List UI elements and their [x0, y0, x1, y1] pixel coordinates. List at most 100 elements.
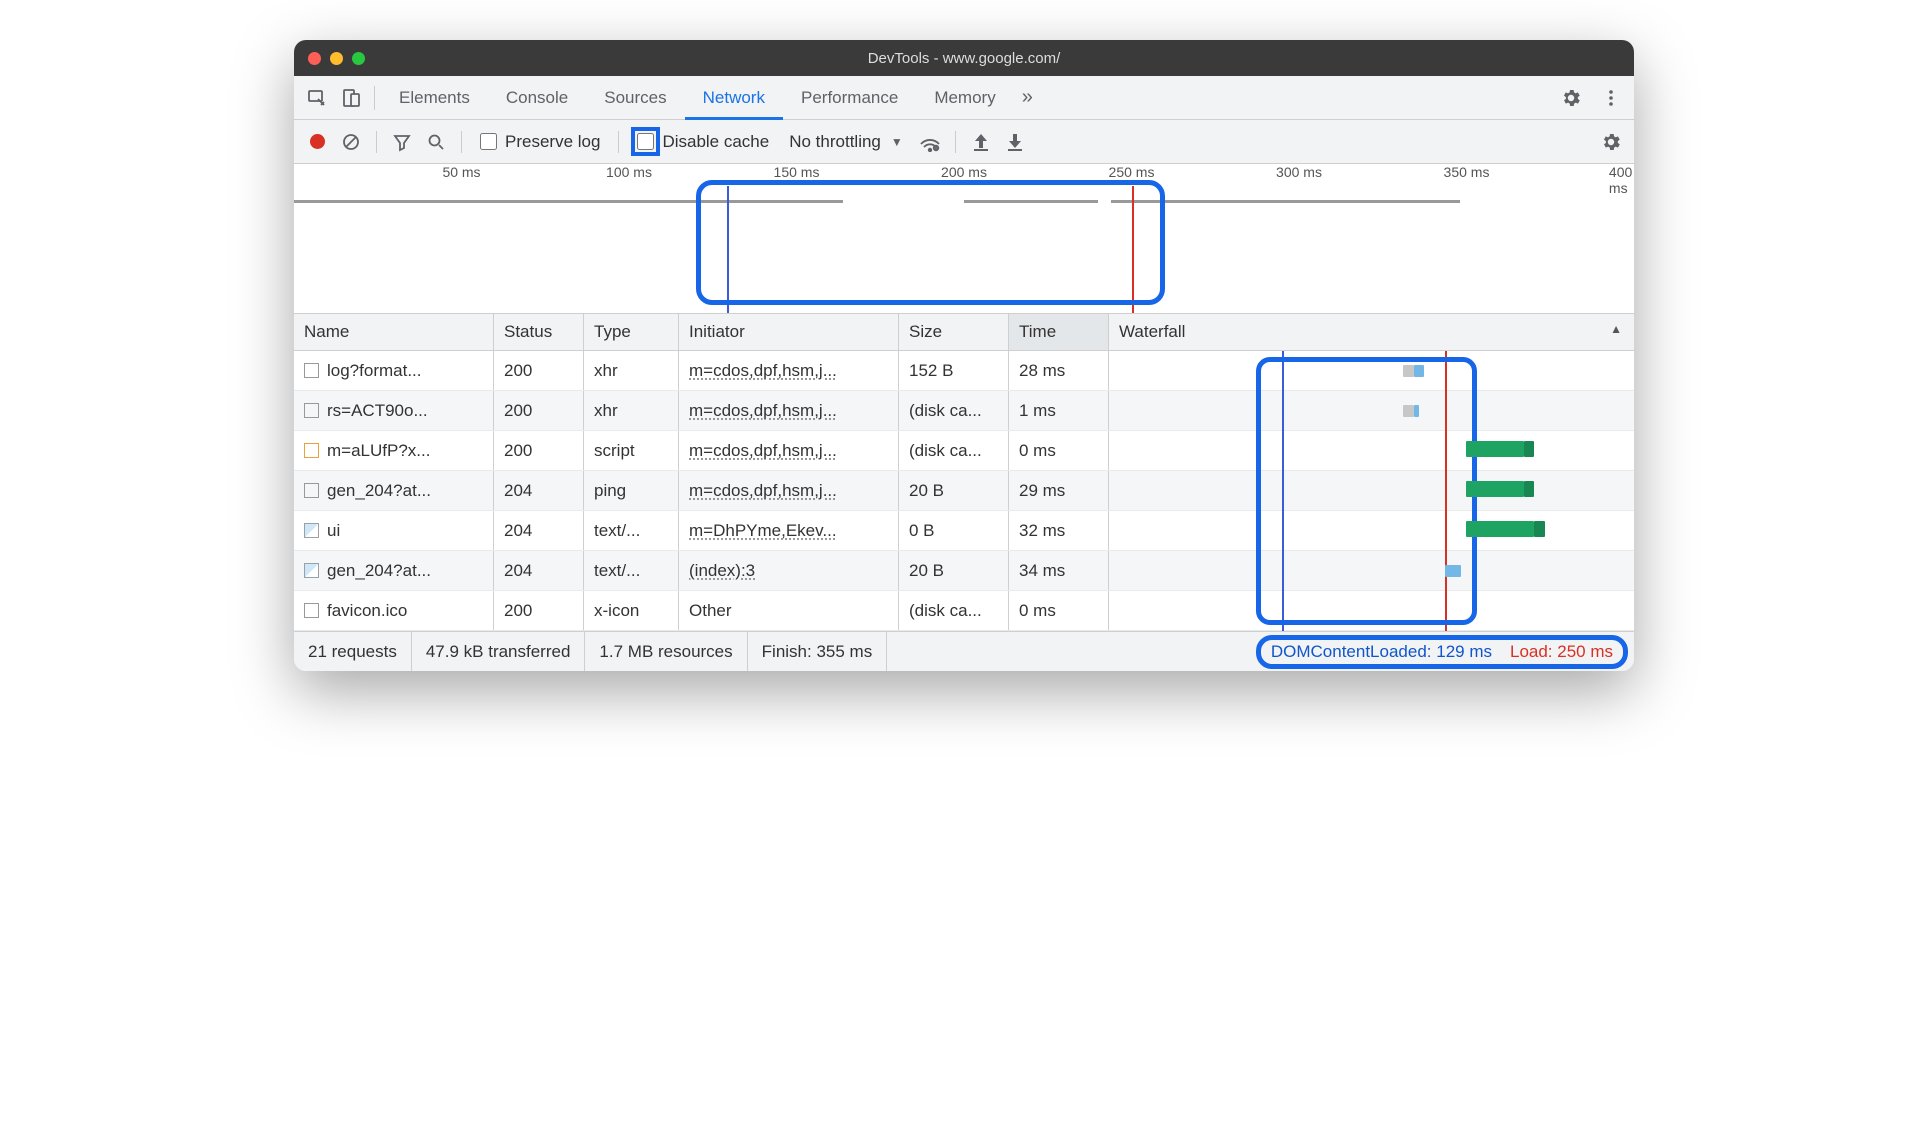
request-time: 0 ms: [1009, 431, 1109, 470]
table-row[interactable]: gen_204?at... 204 ping m=cdos,dpf,hsm,j.…: [294, 471, 1634, 511]
upload-har-icon[interactable]: [966, 127, 996, 157]
separator: [618, 131, 619, 153]
request-size: 20 B: [899, 471, 1009, 510]
request-time: 1 ms: [1009, 391, 1109, 430]
request-initiator[interactable]: m=cdos,dpf,hsm,j...: [689, 401, 837, 421]
request-type: script: [584, 431, 679, 470]
request-initiator[interactable]: m=cdos,dpf,hsm,j...: [689, 441, 837, 461]
status-transferred: 47.9 kB transferred: [412, 632, 586, 671]
inspect-icon[interactable]: [300, 81, 334, 115]
status-domcontentloaded: DOMContentLoaded: 129 ms: [1271, 642, 1492, 662]
sort-indicator-icon: ▲: [1610, 322, 1622, 336]
filter-icon[interactable]: [387, 127, 417, 157]
table-row[interactable]: m=aLUfP?x... 200 script m=cdos,dpf,hsm,j…: [294, 431, 1634, 471]
file-icon: [304, 443, 319, 458]
request-name: ui: [327, 521, 340, 541]
throttling-label: No throttling: [789, 132, 881, 152]
tab-elements[interactable]: Elements: [381, 76, 488, 120]
request-size: (disk ca...: [899, 391, 1009, 430]
tab-memory[interactable]: Memory: [916, 76, 1013, 120]
settings-icon[interactable]: [1554, 81, 1588, 115]
file-icon: [304, 563, 319, 578]
tab-network[interactable]: Network: [685, 76, 783, 120]
table-row[interactable]: favicon.ico 200 x-icon Other (disk ca...…: [294, 591, 1634, 631]
request-time: 0 ms: [1009, 591, 1109, 630]
request-time: 28 ms: [1009, 351, 1109, 390]
search-icon[interactable]: [421, 127, 451, 157]
request-initiator[interactable]: m=cdos,dpf,hsm,j...: [689, 361, 837, 381]
preserve-log-checkbox[interactable]: Preserve log: [472, 132, 608, 152]
tick-label: 50 ms: [442, 164, 480, 180]
devtools-window: DevTools - www.google.com/ Elements Cons…: [294, 40, 1634, 671]
tick-label: 100 ms: [606, 164, 652, 180]
tick-label: 200 ms: [941, 164, 987, 180]
clear-icon[interactable]: [336, 127, 366, 157]
file-icon: [304, 523, 319, 538]
status-resources: 1.7 MB resources: [585, 632, 747, 671]
tick-label: 150 ms: [774, 164, 820, 180]
record-icon[interactable]: [302, 127, 332, 157]
col-waterfall[interactable]: Waterfall ▲: [1109, 314, 1634, 350]
network-conditions-icon[interactable]: [915, 127, 945, 157]
request-size: 20 B: [899, 551, 1009, 590]
download-har-icon[interactable]: [1000, 127, 1030, 157]
separator: [955, 131, 956, 153]
request-waterfall: [1109, 431, 1634, 470]
table-row[interactable]: gen_204?at... 204 text/... (index):3 20 …: [294, 551, 1634, 591]
request-name: m=aLUfP?x...: [327, 441, 430, 461]
overview-timeline[interactable]: 50 ms 100 ms 150 ms 200 ms 250 ms 300 ms…: [294, 164, 1634, 314]
status-bar: 21 requests 47.9 kB transferred 1.7 MB r…: [294, 631, 1634, 671]
tab-performance[interactable]: Performance: [783, 76, 916, 120]
tab-sources[interactable]: Sources: [586, 76, 684, 120]
request-size: 152 B: [899, 351, 1009, 390]
device-toolbar-icon[interactable]: [334, 81, 368, 115]
request-status: 204: [494, 551, 584, 590]
request-waterfall: [1109, 391, 1634, 430]
request-waterfall: [1109, 551, 1634, 590]
chevron-down-icon: ▼: [891, 135, 903, 149]
more-tabs-icon[interactable]: »: [1014, 86, 1041, 109]
file-icon: [304, 403, 319, 418]
disable-cache-label: Disable cache: [662, 132, 769, 152]
request-initiator[interactable]: m=DhPYme,Ekev...: [689, 521, 837, 541]
col-size[interactable]: Size: [899, 314, 1009, 350]
status-load: Load: 250 ms: [1510, 642, 1613, 662]
separator: [461, 131, 462, 153]
request-type: x-icon: [584, 591, 679, 630]
tick-label: 300 ms: [1276, 164, 1322, 180]
tick-label: 350 ms: [1444, 164, 1490, 180]
tab-console[interactable]: Console: [488, 76, 586, 120]
table-row[interactable]: rs=ACT90o... 200 xhr m=cdos,dpf,hsm,j...…: [294, 391, 1634, 431]
col-name[interactable]: Name: [294, 314, 494, 350]
kebab-menu-icon[interactable]: [1594, 81, 1628, 115]
status-finish: Finish: 355 ms: [748, 632, 888, 671]
col-initiator[interactable]: Initiator: [679, 314, 899, 350]
separator: [376, 131, 377, 153]
titlebar: DevTools - www.google.com/: [294, 40, 1634, 76]
table-row[interactable]: ui 204 text/... m=DhPYme,Ekev... 0 B 32 …: [294, 511, 1634, 551]
table-row[interactable]: log?format... 200 xhr m=cdos,dpf,hsm,j..…: [294, 351, 1634, 391]
annotation-highlight: DOMContentLoaded: 129 ms Load: 250 ms: [1256, 635, 1628, 669]
request-type: xhr: [584, 391, 679, 430]
request-name: gen_204?at...: [327, 561, 431, 581]
table-header: Name Status Type Initiator Size Time Wat…: [294, 314, 1634, 351]
request-status: 204: [494, 471, 584, 510]
window-title: DevTools - www.google.com/: [294, 50, 1634, 67]
col-type[interactable]: Type: [584, 314, 679, 350]
request-time: 34 ms: [1009, 551, 1109, 590]
file-icon: [304, 363, 319, 378]
preserve-log-label: Preserve log: [505, 132, 600, 152]
request-initiator[interactable]: (index):3: [689, 561, 755, 581]
file-icon: [304, 483, 319, 498]
request-time: 29 ms: [1009, 471, 1109, 510]
request-initiator[interactable]: m=cdos,dpf,hsm,j...: [689, 481, 837, 501]
file-icon: [304, 603, 319, 618]
disable-cache-checkbox[interactable]: Disable cache: [629, 132, 777, 152]
col-waterfall-label: Waterfall: [1119, 322, 1185, 341]
throttling-select[interactable]: No throttling ▼: [781, 132, 911, 152]
request-type: ping: [584, 471, 679, 510]
request-initiator: Other: [689, 601, 732, 621]
settings-icon[interactable]: [1596, 127, 1626, 157]
col-time[interactable]: Time: [1009, 314, 1109, 350]
col-status[interactable]: Status: [494, 314, 584, 350]
